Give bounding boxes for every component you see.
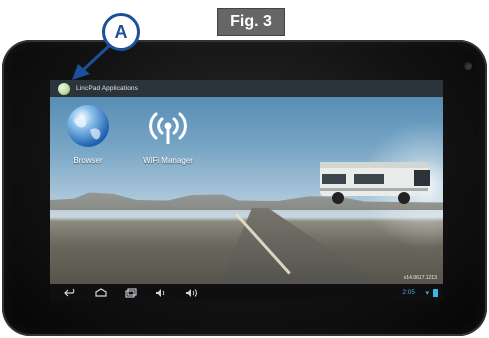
wifi-manager-app[interactable]: WiFi Manager: [128, 102, 208, 165]
battery-icon: [433, 288, 438, 297]
callout-a-marker: A: [102, 13, 140, 51]
clock-time: 2:05: [402, 289, 415, 296]
volume-down-icon[interactable]: [152, 287, 170, 299]
recent-apps-icon[interactable]: [122, 287, 140, 299]
front-camera: [464, 62, 472, 70]
back-icon[interactable]: [62, 287, 80, 299]
lincpad-app-icon[interactable]: [58, 82, 70, 95]
volume-up-icon[interactable]: [182, 287, 200, 299]
navigation-bar: 2:05 ▾: [50, 284, 443, 301]
home-icon[interactable]: [92, 287, 110, 299]
browser-app-label: Browser: [73, 156, 103, 165]
rv-image: [320, 162, 430, 204]
wifi-manager-app-label: WiFi Manager: [143, 156, 193, 165]
wifi-icon: ▾: [425, 289, 429, 297]
figure-label: Fig. 3: [217, 8, 285, 36]
version-label: v14.0617.1213: [403, 275, 437, 281]
status-bar: LincPad Applications: [50, 80, 443, 97]
status-bar-title: LincPad Applications: [76, 85, 138, 92]
wifi-antenna-icon: [149, 112, 187, 144]
globe-icon: [67, 105, 109, 147]
browser-app[interactable]: Browser: [50, 102, 128, 165]
tablet-screen: LincPad Applications Browser WiFi Manage…: [50, 80, 443, 301]
